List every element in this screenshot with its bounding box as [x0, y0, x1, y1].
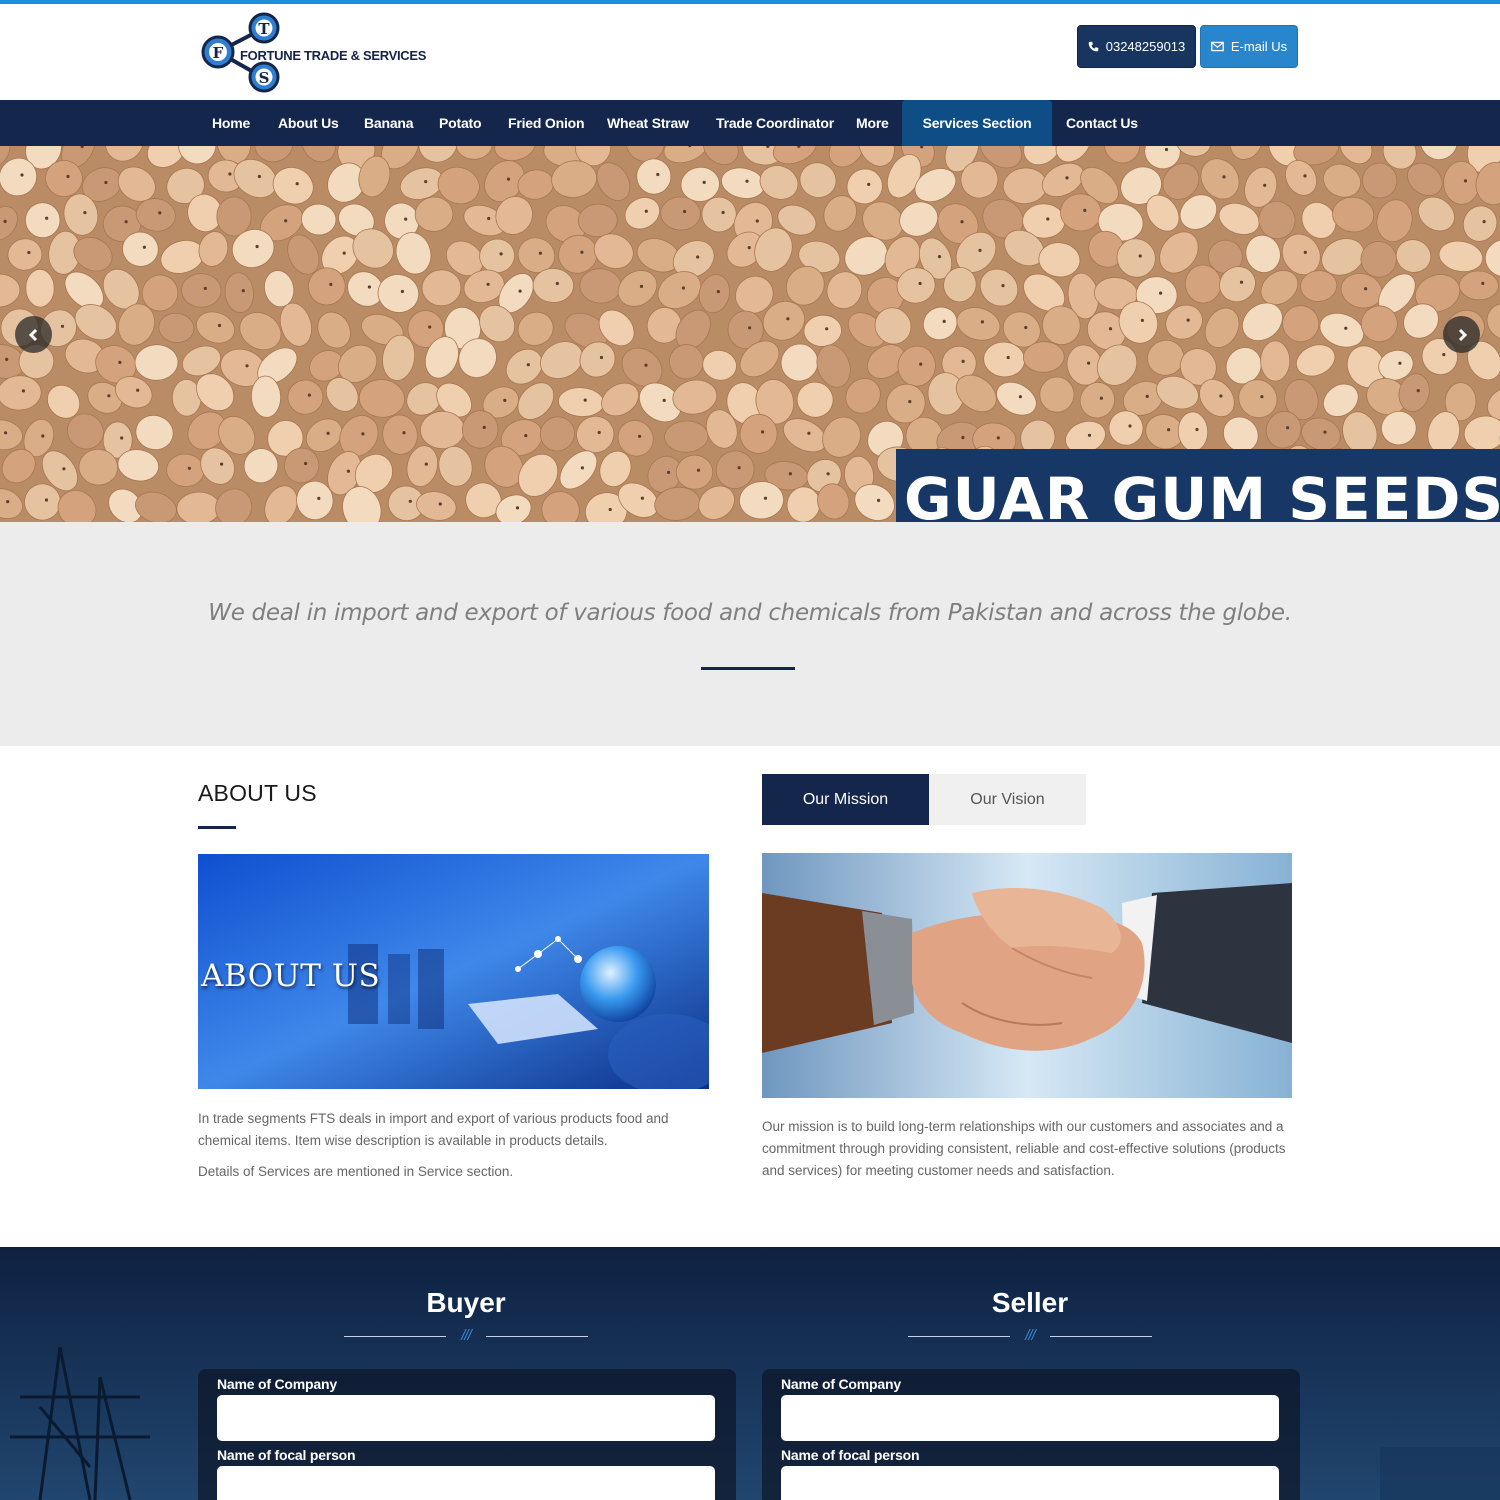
tagline-divider	[701, 667, 795, 670]
buyer-company-input[interactable]	[217, 1395, 715, 1441]
buyer-divider-mark: ///	[461, 1327, 472, 1344]
about-paragraph-2: Details of Services are mentioned in Ser…	[198, 1164, 514, 1179]
nav-about-us[interactable]: About Us	[278, 100, 339, 146]
nav-home[interactable]: Home	[212, 100, 250, 146]
mission-text: Our mission is to build long-term relati…	[762, 1119, 1286, 1178]
phone-number: 03248259013	[1105, 39, 1186, 54]
nav-more[interactable]: More	[856, 100, 889, 146]
slider-next-button[interactable]	[1443, 316, 1480, 353]
tagline-text: We deal in import and export of various …	[208, 600, 1292, 626]
main-nav: Home About Us Banana Potato Fried Onion …	[0, 100, 1500, 146]
seller-divider-mark: ///	[1025, 1327, 1036, 1344]
seller-focal-person-label: Name of focal person	[781, 1447, 920, 1463]
slide-caption: GUAR GUM SEEDS	[896, 449, 1500, 522]
nav-banana[interactable]: Banana	[364, 100, 414, 146]
nav-potato[interactable]: Potato	[439, 100, 482, 146]
nav-fried-onion[interactable]: Fried Onion	[508, 100, 585, 146]
hero-slider: GUAR GUM SEEDS	[0, 146, 1500, 522]
chevron-left-icon	[28, 328, 37, 341]
buyer-divider-left	[344, 1336, 446, 1337]
seller-divider-right	[1050, 1336, 1152, 1337]
tab-our-mission[interactable]: Our Mission	[762, 774, 929, 825]
tagline-section: We deal in import and export of various …	[0, 522, 1500, 746]
seller-focal-person-input[interactable]	[781, 1466, 1279, 1500]
about-image: ABOUT US	[198, 854, 709, 1089]
email-button[interactable]: E-mail Us	[1200, 25, 1298, 68]
buyer-form: Name of Company Name of focal person	[198, 1369, 736, 1500]
seller-company-label: Name of Company	[781, 1376, 901, 1392]
buyer-focal-person-label: Name of focal person	[217, 1447, 356, 1463]
logo-letter-t: T	[258, 20, 270, 38]
seller-company-input[interactable]	[781, 1395, 1279, 1441]
mission-image	[762, 853, 1292, 1098]
slider-prev-button[interactable]	[15, 316, 52, 353]
about-paragraph-1: In trade segments FTS deals in import an…	[198, 1111, 669, 1148]
envelope-icon	[1210, 41, 1224, 52]
site-header: F T S FORTUNE TRADE & SERVICES 032482590…	[0, 4, 1500, 100]
tab-our-vision[interactable]: Our Vision	[929, 774, 1086, 825]
brand-name: FORTUNE TRADE & SERVICES	[240, 48, 427, 63]
nav-wheat-straw[interactable]: Wheat Straw	[607, 100, 689, 146]
buyer-title: Buyer	[426, 1287, 506, 1318]
buyer-focal-person-input[interactable]	[217, 1466, 715, 1500]
logo-letter-s: S	[259, 69, 270, 87]
logo-letter-f: F	[213, 44, 224, 62]
about-heading: ABOUT US	[198, 780, 317, 806]
email-label: E-mail Us	[1230, 39, 1288, 54]
site-logo[interactable]: F T S FORTUNE TRADE & SERVICES	[198, 10, 426, 96]
seller-form: Name of Company Name of focal person	[762, 1369, 1300, 1500]
about-image-caption: ABOUT US	[201, 958, 381, 994]
buyer-company-label: Name of Company	[217, 1376, 337, 1392]
seller-divider-left	[908, 1336, 1010, 1337]
seller-title: Seller	[991, 1287, 1069, 1318]
phone-icon	[1088, 41, 1099, 52]
phone-button[interactable]: 03248259013	[1077, 25, 1196, 68]
slide-caption-text: GUAR GUM SEEDS	[904, 465, 1500, 522]
chevron-right-icon	[1458, 328, 1467, 341]
nav-trade-coordinator[interactable]: Trade Coordinator	[716, 100, 834, 146]
nav-services-section[interactable]: Services Section	[902, 100, 1052, 146]
handshake-image	[762, 853, 1292, 1098]
about-heading-underline	[198, 826, 236, 829]
buyer-seller-section: Buyer /// Name of Company Name of focal …	[0, 1247, 1500, 1500]
buyer-divider-right	[486, 1336, 588, 1337]
nav-contact-us[interactable]: Contact Us	[1066, 100, 1138, 146]
